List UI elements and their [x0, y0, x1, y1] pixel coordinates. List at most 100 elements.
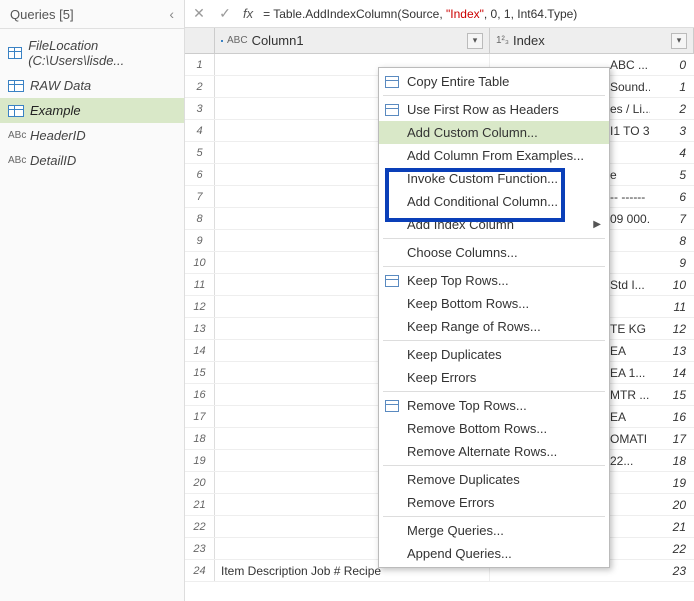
- menu-item[interactable]: Remove Errors: [379, 491, 609, 514]
- menu-item[interactable]: Add Conditional Column...: [379, 190, 609, 213]
- row-number: 8: [185, 208, 215, 229]
- row-number: 5: [185, 142, 215, 163]
- cell-column1-fragment: EA: [610, 406, 650, 428]
- row-number: 23: [185, 538, 215, 559]
- table-icon: [8, 105, 24, 117]
- row-number: 19: [185, 450, 215, 471]
- text-icon: ABᴄ: [8, 130, 24, 141]
- cell-column1-fragment: I1 TO 3...: [610, 120, 650, 142]
- menu-item-label: Remove Duplicates: [407, 472, 520, 487]
- table-icon: [8, 80, 24, 92]
- cell-column1-fragment: ABC ...: [610, 54, 650, 76]
- menu-separator: [383, 516, 605, 517]
- menu-item[interactable]: Add Index Column ▶: [379, 213, 609, 236]
- table-icon: [385, 104, 399, 116]
- cell-column1-fragment: EA: [610, 340, 650, 362]
- menu-item[interactable]: Keep Range of Rows...: [379, 315, 609, 338]
- menu-item-label: Remove Top Rows...: [407, 398, 527, 413]
- cell-column1-fragment: 22...: [610, 450, 650, 472]
- menu-item-label: Remove Errors: [407, 495, 494, 510]
- column-filter-dropdown[interactable]: ▾: [467, 33, 483, 49]
- row-number: 1: [185, 54, 215, 75]
- cell-column1-fragment: -- ------: [610, 186, 650, 208]
- query-item[interactable]: ABᴄ DetailID: [0, 148, 184, 173]
- table-corner-button[interactable]: [185, 28, 215, 53]
- cancel-icon[interactable]: ✕: [191, 5, 207, 22]
- row-number: 24: [185, 560, 215, 581]
- row-number: 9: [185, 230, 215, 251]
- column-name: Index: [513, 33, 545, 48]
- menu-item-label: Choose Columns...: [407, 245, 518, 260]
- menu-item[interactable]: Merge Queries...: [379, 519, 609, 542]
- cell-column1-fragment: e: [610, 164, 650, 186]
- column-filter-dropdown[interactable]: ▾: [671, 33, 687, 49]
- formula-text[interactable]: = Table.AddIndexColumn(Source, "Index", …: [263, 7, 577, 21]
- query-label: DetailID: [30, 153, 76, 168]
- menu-item[interactable]: Remove Alternate Rows...: [379, 440, 609, 463]
- submenu-arrow-icon: ▶: [593, 219, 601, 230]
- column-name: Column1: [252, 33, 304, 48]
- menu-item[interactable]: Append Queries...: [379, 542, 609, 565]
- accept-icon[interactable]: ✓: [217, 5, 233, 22]
- query-label: RAW Data: [30, 78, 91, 93]
- menu-item[interactable]: Keep Duplicates: [379, 343, 609, 366]
- menu-item[interactable]: Use First Row as Headers: [379, 98, 609, 121]
- menu-item-label: Keep Range of Rows...: [407, 319, 541, 334]
- row-number: 4: [185, 120, 215, 141]
- menu-item-label: Keep Errors: [407, 370, 476, 385]
- query-item[interactable]: Example: [0, 98, 184, 123]
- query-list: FileLocation (C:\Users\lisde... RAW Data E…: [0, 29, 184, 177]
- grid-header: ABC Column1 ▾ 1²₃ Index ▾: [185, 28, 694, 54]
- menu-item-label: Remove Bottom Rows...: [407, 421, 547, 436]
- menu-item[interactable]: Keep Top Rows...: [379, 269, 609, 292]
- cell-column1-fragment: es / Li...: [610, 98, 650, 120]
- menu-item-label: Keep Bottom Rows...: [407, 296, 529, 311]
- menu-item-label: Add Column From Examples...: [407, 148, 584, 163]
- menu-item[interactable]: Remove Bottom Rows...: [379, 417, 609, 440]
- table-icon: [385, 400, 399, 412]
- menu-item[interactable]: Keep Bottom Rows...: [379, 292, 609, 315]
- menu-item[interactable]: Copy Entire Table: [379, 70, 609, 93]
- menu-item[interactable]: Remove Top Rows...: [379, 394, 609, 417]
- table-icon: [8, 47, 22, 59]
- query-label: FileLocation (C:\Users\lisde...: [28, 38, 176, 68]
- cell-column1-fragment: Sound...: [610, 76, 650, 98]
- menu-item-label: Add Index Column: [407, 217, 514, 232]
- menu-item[interactable]: Add Custom Column...: [379, 121, 609, 144]
- menu-item-label: Append Queries...: [407, 546, 512, 561]
- menu-separator: [383, 465, 605, 466]
- column-header-column1[interactable]: ABC Column1 ▾: [215, 28, 490, 53]
- queries-header[interactable]: Queries [5] ‹: [0, 0, 184, 29]
- menu-separator: [383, 391, 605, 392]
- table-icon: [385, 76, 399, 88]
- queries-title: Queries [5]: [10, 7, 169, 22]
- query-label: HeaderID: [30, 128, 86, 143]
- menu-item[interactable]: Keep Errors: [379, 366, 609, 389]
- row-number: 22: [185, 516, 215, 537]
- editor-panel: ✕ ✓ fx = Table.AddIndexColumn(Source, "I…: [185, 0, 694, 601]
- collapse-icon[interactable]: ‹: [169, 6, 174, 22]
- query-item[interactable]: RAW Data: [0, 73, 184, 98]
- text-icon: ABᴄ: [8, 155, 24, 166]
- row-number: 6: [185, 164, 215, 185]
- row-number: 16: [185, 384, 215, 405]
- menu-separator: [383, 95, 605, 96]
- menu-item[interactable]: Invoke Custom Function...: [379, 167, 609, 190]
- query-item[interactable]: FileLocation (C:\Users\lisde...: [0, 33, 184, 73]
- cell-column1-fragment: Std I...: [610, 274, 650, 296]
- cell-column1-fragment: EA 1...: [610, 362, 650, 384]
- cell-column1-fragment: MTR ...: [610, 384, 650, 406]
- cell-column1-fragment: OMATI: [610, 428, 650, 450]
- column-header-index[interactable]: 1²₃ Index ▾: [490, 28, 694, 53]
- menu-item-label: Merge Queries...: [407, 523, 504, 538]
- menu-item[interactable]: Remove Duplicates: [379, 468, 609, 491]
- menu-item[interactable]: Add Column From Examples...: [379, 144, 609, 167]
- fx-icon[interactable]: fx: [243, 6, 253, 21]
- query-item[interactable]: ABᴄ HeaderID: [0, 123, 184, 148]
- column-type-icon: [221, 40, 223, 42]
- row-number: 13: [185, 318, 215, 339]
- menu-item[interactable]: Choose Columns...: [379, 241, 609, 264]
- row-number: 10: [185, 252, 215, 273]
- menu-item-label: Keep Top Rows...: [407, 273, 509, 288]
- column-type-label: 1²₃: [496, 35, 509, 46]
